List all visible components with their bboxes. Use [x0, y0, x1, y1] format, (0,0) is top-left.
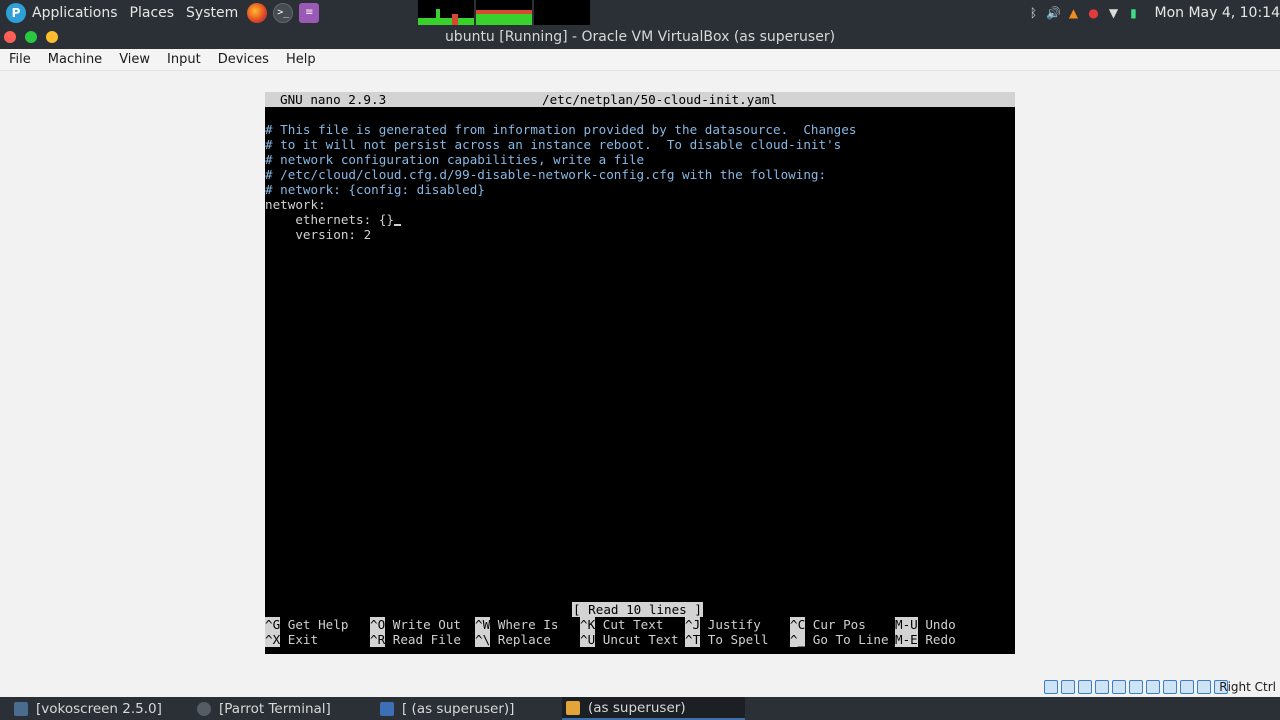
nano-header: GNU nano 2.9.3 /etc/netplan/50-cloud-ini…	[265, 92, 1015, 107]
shortcut-redo: M-E Redo	[895, 632, 956, 647]
file-line-cursor: ethernets: {}	[265, 212, 1015, 227]
window-title: ubuntu [Running] - Oracle VM VirtualBox …	[444, 29, 836, 45]
shortcut-go-to-line: ^_ Go To Line	[790, 632, 889, 647]
shortcut-cur-pos: ^C Cur Pos	[790, 617, 866, 632]
network-monitor-graph	[534, 0, 591, 25]
audio-icon[interactable]	[1078, 680, 1092, 694]
taskbar-item-parrot-terminal[interactable]: [Parrot Terminal]	[197, 697, 331, 720]
shared-folders-icon[interactable]	[1129, 680, 1143, 694]
shortcut-cut-text: ^K Cut Text	[580, 617, 664, 632]
optical-drive-icon[interactable]	[1061, 680, 1075, 694]
record-icon[interactable]: ●	[1086, 6, 1100, 20]
maximize-button[interactable]	[46, 31, 58, 43]
nano-status-message: [ Read 10 lines ]	[572, 602, 703, 617]
recording-icon[interactable]	[1163, 680, 1177, 694]
battery-icon[interactable]: ▮	[1126, 6, 1140, 20]
places-menu[interactable]: Places	[124, 0, 181, 25]
memory-monitor-graph	[476, 0, 533, 25]
text-cursor	[393, 224, 401, 226]
taskbar: [vokoscreen 2.5.0] [Parrot Terminal] [ (…	[0, 697, 1280, 720]
menu-view[interactable]: View	[110, 52, 158, 67]
taskbar-item-superuser-2[interactable]: (as superuser)	[562, 697, 745, 720]
menu-bar: File Machine View Input Devices Help	[0, 49, 1280, 71]
file-line: # to it will not persist across an insta…	[265, 137, 842, 152]
cpu-monitor-graph	[418, 0, 475, 25]
file-line: # network configuration capabilities, wr…	[265, 152, 645, 167]
file-line: version: 2	[265, 227, 372, 242]
volume-icon[interactable]: 🔊	[1046, 6, 1061, 20]
vlc-icon[interactable]: ▲	[1066, 6, 1080, 20]
mouse-integration-icon[interactable]	[1197, 680, 1211, 694]
clock[interactable]: Mon May 4, 10:14	[1154, 5, 1280, 21]
window-titlebar: ubuntu [Running] - Oracle VM VirtualBox …	[0, 25, 1280, 49]
usb-icon[interactable]	[1112, 680, 1126, 694]
taskbar-item-superuser-1[interactable]: [ (as superuser)]	[380, 697, 514, 720]
nano-filename: /etc/netplan/50-cloud-init.yaml	[542, 92, 778, 107]
network-icon[interactable]	[1095, 680, 1109, 694]
shortcut-to-spell: ^T To Spell	[685, 632, 769, 647]
file-line: # /etc/cloud/cloud.cfg.d/99-disable-netw…	[265, 167, 827, 182]
close-button[interactable]	[4, 31, 16, 43]
menu-devices[interactable]: Devices	[209, 52, 277, 67]
vm-status-bar: Right Ctrl	[0, 677, 1280, 697]
file-line: network:	[265, 197, 326, 212]
vm-screen[interactable]: GNU nano 2.9.3 /etc/netplan/50-cloud-ini…	[265, 92, 1015, 654]
file-line: ethernets: {}	[265, 212, 394, 227]
shortcut-write-out: ^O Write Out	[370, 617, 462, 632]
system-menu[interactable]: System	[180, 0, 244, 25]
menu-file[interactable]: File	[0, 52, 39, 67]
parrot-logo-icon[interactable]: P	[6, 2, 26, 23]
editor-content[interactable]: # This file is generated from informatio…	[265, 122, 1015, 242]
taskbar-item-vokoscreen[interactable]: [vokoscreen 2.5.0]	[14, 697, 162, 720]
shortcut-row-2: ^X Exit ^R Read File ^\ Replace ^U Uncut…	[265, 632, 1015, 647]
shortcut-replace: ^\ Replace	[475, 632, 551, 647]
terminal-icon[interactable]: >_	[273, 2, 294, 23]
terminal-icon	[197, 701, 211, 716]
shortcut-justify: ^J Justify	[685, 617, 761, 632]
window-icon	[380, 701, 394, 716]
system-tray: ᛒ 🔊 ▲ ● ▼ ▮ Mon May 4, 10:14	[1026, 5, 1280, 21]
top-panel: P Applications Places System >_ ≡ ᛒ 🔊 ▲ …	[0, 0, 1280, 25]
shortcut-undo: M-U Undo	[895, 617, 956, 632]
window-controls	[4, 31, 58, 43]
shortcut-get-help: ^G Get Help	[265, 617, 349, 632]
nano-shortcuts: ^G Get Help ^O Write Out ^W Where Is ^K …	[265, 617, 1015, 647]
file-line: # This file is generated from informatio…	[265, 122, 857, 137]
menu-help[interactable]: Help	[277, 52, 324, 67]
menu-input[interactable]: Input	[158, 52, 209, 67]
wifi-icon[interactable]: ▼	[1106, 6, 1120, 20]
vm-device-icons	[1044, 680, 1228, 694]
menu-machine[interactable]: Machine	[39, 52, 110, 67]
display-icon[interactable]	[1146, 680, 1160, 694]
minimize-button[interactable]	[25, 31, 37, 43]
bluetooth-icon[interactable]: ᛒ	[1026, 6, 1040, 20]
shortcut-uncut-text: ^U Uncut Text	[580, 632, 679, 647]
virtualbox-icon	[566, 700, 580, 715]
shortcut-read-file: ^R Read File	[370, 632, 462, 647]
shortcut-exit: ^X Exit	[265, 632, 319, 647]
nano-version: GNU nano 2.9.3	[280, 92, 387, 107]
firefox-icon[interactable]	[247, 2, 268, 23]
host-key-label: Right Ctrl	[1219, 680, 1276, 694]
applications-menu[interactable]: Applications	[26, 0, 124, 25]
shortcut-where-is: ^W Where Is	[475, 617, 559, 632]
file-line: # network: {config: disabled}	[265, 182, 485, 197]
shortcut-row-1: ^G Get Help ^O Write Out ^W Where Is ^K …	[265, 617, 1015, 632]
text-editor-icon[interactable]: ≡	[299, 2, 320, 23]
vokoscreen-icon	[14, 701, 28, 716]
system-monitor[interactable]	[418, 0, 592, 25]
cpu-icon[interactable]	[1180, 680, 1194, 694]
hard-disk-icon[interactable]	[1044, 680, 1058, 694]
